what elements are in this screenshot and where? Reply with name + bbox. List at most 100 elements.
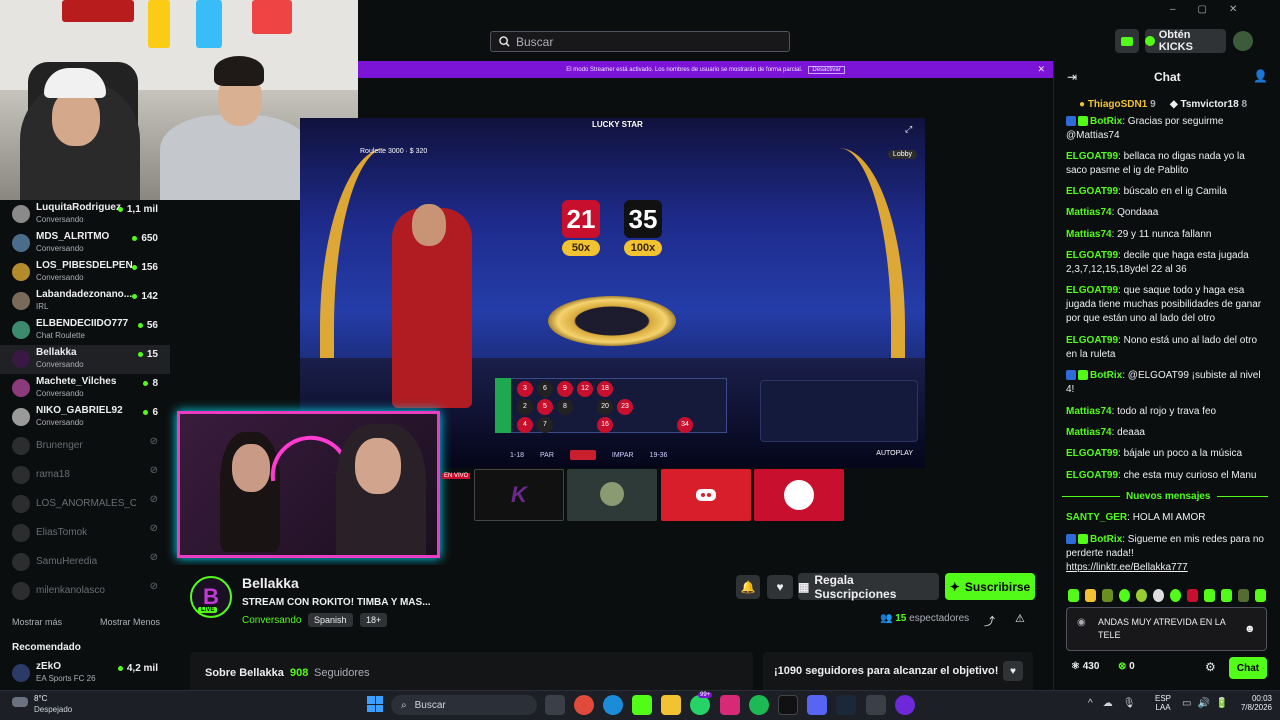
points-value: 430: [1082, 661, 1100, 672]
chat-users-icon[interactable]: 👤: [1253, 69, 1268, 83]
get-kicks-button[interactable]: Obtén KICKS: [1145, 29, 1226, 53]
file-explorer-icon[interactable]: [661, 695, 681, 715]
about-heading: Sobre Bellakka: [205, 667, 284, 679]
task-view-icon[interactable]: [545, 695, 565, 715]
sidebar-channel[interactable]: MDS_ALRITMO Conversando 650: [0, 229, 170, 258]
search-input[interactable]: Buscar: [490, 31, 790, 52]
show-less-button[interactable]: Mostrar Menos: [100, 617, 160, 627]
table-label: Roulette 3000 · $ 320: [360, 148, 428, 155]
sidebar-channel[interactable]: NIKO_GABRIEL92 Conversando 6: [0, 403, 170, 432]
language-tag[interactable]: Spanish: [308, 613, 353, 627]
autoplay-button[interactable]: AUTOPLAY: [876, 450, 913, 457]
system-tray-icons[interactable]: ^☁🎙: [1088, 698, 1145, 709]
bet-1-18[interactable]: 1-18: [510, 452, 524, 459]
disable-streamer-mode-button[interactable]: Desactivar: [808, 65, 845, 74]
close-icon[interactable]: ✕: [1037, 64, 1045, 75]
channel-category: Conversando: [36, 244, 84, 253]
sidebar-channel-offline[interactable]: EliasTomok ⊘: [0, 519, 170, 548]
lobby-button[interactable]: Lobby: [887, 150, 917, 159]
chrome-icon[interactable]: [574, 695, 594, 715]
send-chat-button[interactable]: Chat: [1229, 657, 1267, 679]
channel-name: LuquitaRodriguez: [36, 202, 121, 213]
language-primary: ESP: [1155, 694, 1172, 703]
wallet-button[interactable]: [1115, 29, 1139, 53]
channel-name: ELBENDECIIDO777: [36, 318, 129, 329]
emote-bar[interactable]: [1068, 589, 1266, 603]
notification-bell-button[interactable]: 🔔: [736, 575, 760, 599]
show-more-button[interactable]: Mostrar más: [12, 617, 62, 627]
clock[interactable]: 00:03 7/8/2026: [1230, 694, 1272, 712]
stream-category[interactable]: Conversando: [242, 615, 301, 626]
bet-19-36[interactable]: 19-36: [650, 452, 668, 459]
chat-message: SANTY_GER: HOLA MI AMOR: [1066, 512, 1206, 523]
viewer-count: 142: [132, 291, 158, 302]
collapse-chat-icon[interactable]: ⇥: [1067, 70, 1077, 84]
spotify-icon[interactable]: [749, 695, 769, 715]
sidebar-channel[interactable]: LuquitaRodriguez Conversando 1,1 mil: [0, 200, 170, 229]
kicks-balance[interactable]: ⊗ 0: [1118, 661, 1135, 672]
user-avatar[interactable]: [1233, 31, 1253, 51]
bet-par[interactable]: PAR: [540, 452, 554, 459]
kicks-icon: [1145, 36, 1155, 46]
chat-settings-icon[interactable]: ⚙: [1205, 660, 1216, 674]
viewer-count: 1,1 mil: [118, 204, 158, 215]
multiplier-2: 100x: [624, 240, 662, 256]
chat-message: ELGOAT99: che esta muy curioso el Manu: [1066, 470, 1257, 481]
sidebar-channel-offline[interactable]: SamuHeredia ⊘: [0, 548, 170, 577]
follow-button[interactable]: ♥: [767, 575, 793, 599]
instagram-icon[interactable]: [720, 695, 740, 715]
sidebar-channel-recommended[interactable]: zEkO EA Sports FC 26 4,2 mil: [0, 659, 170, 688]
edge-icon[interactable]: [603, 695, 623, 715]
bet-red[interactable]: [569, 450, 596, 460]
tiktok-icon[interactable]: [778, 695, 798, 715]
whatsapp-icon[interactable]: [690, 695, 710, 715]
share-icon[interactable]: ⤴: [984, 613, 995, 629]
steam-icon[interactable]: [836, 695, 856, 715]
sidebar-channel-offline[interactable]: LOS_ANORMALES_OF... ⊘: [0, 490, 170, 519]
clock-date: 7/8/2026: [1240, 703, 1272, 712]
chat-message: Mattias74: 29 y 11 nunca fallann: [1066, 229, 1212, 240]
sidebar-channel[interactable]: ELBENDECIIDO777 Chat Roulette 56: [0, 316, 170, 345]
temperature[interactable]: 8°C: [34, 694, 47, 703]
viewer-count: 15: [138, 349, 158, 360]
app-icon-purple[interactable]: [895, 695, 915, 715]
language-indicator[interactable]: ESP LAA: [1155, 694, 1171, 712]
subscribe-button[interactable]: ✦ Suscribirse: [945, 573, 1035, 600]
discord-icon[interactable]: [807, 695, 827, 715]
sidebar-channel-active[interactable]: Bellakka Conversando 15: [0, 345, 170, 374]
sidebar-channel[interactable]: Machete_Vilches Conversando 8: [0, 374, 170, 403]
chat-input[interactable]: ◉ ANDAS MUY ATREVIDA EN LA TELE ☻: [1066, 607, 1267, 651]
window-controls[interactable]: –▢✕: [1170, 4, 1259, 15]
gift-subs-button[interactable]: ▦ Regala Suscripciones: [798, 573, 939, 601]
side-bets-panel[interactable]: [760, 380, 918, 442]
discord-thumb[interactable]: [661, 469, 751, 521]
weather-icon[interactable]: [12, 697, 28, 707]
emoji-icon[interactable]: ☻: [1244, 623, 1256, 635]
top-gifter-2: ◆ Tsmvictor18 8: [1170, 99, 1247, 110]
taskbar-search[interactable]: ⌕ Buscar: [391, 695, 537, 715]
even-money-bets[interactable]: 1-18 PAR IMPAR 19-36: [510, 448, 730, 462]
chat-message: ELGOAT99: Nono está uno al lado del otro…: [1066, 335, 1258, 360]
start-icon[interactable]: [367, 696, 383, 712]
lucky-number-1: 21: [562, 200, 600, 238]
fullscreen-icon[interactable]: ⤢: [905, 124, 912, 135]
sidebar-channel-offline[interactable]: milenkanolasco ⊘: [0, 577, 170, 606]
app-icon[interactable]: [866, 695, 886, 715]
kick-app-icon[interactable]: [632, 695, 652, 715]
sidebar-channel-offline[interactable]: rama18 ⊘: [0, 461, 170, 490]
sidebar-channel-offline[interactable]: Brunenger ⊘: [0, 432, 170, 461]
channel-points[interactable]: ⚛ 430: [1071, 661, 1099, 672]
promo-thumb[interactable]: [567, 469, 657, 521]
kick-logo-thumb[interactable]: K: [474, 469, 564, 521]
channel-name[interactable]: Bellakka: [242, 575, 299, 591]
report-icon[interactable]: ⚠: [1015, 612, 1025, 625]
weather-text[interactable]: Despejado: [34, 705, 72, 714]
network-volume-icons[interactable]: ▭🔊🔋: [1182, 698, 1234, 709]
sidebar-channel[interactable]: LOS_PIBESDELPEN... Conversando 156: [0, 258, 170, 287]
lucky-number-2: 35: [624, 200, 662, 238]
sidebar-channel[interactable]: Labandadezonano... IRL 142: [0, 287, 170, 316]
profile-thumb[interactable]: [754, 469, 844, 521]
chat-link[interactable]: https://linktr.ee/Bellakka777: [1066, 562, 1188, 573]
goal-heart-icon[interactable]: ♥: [1003, 661, 1023, 681]
bet-impar[interactable]: IMPAR: [612, 452, 634, 459]
